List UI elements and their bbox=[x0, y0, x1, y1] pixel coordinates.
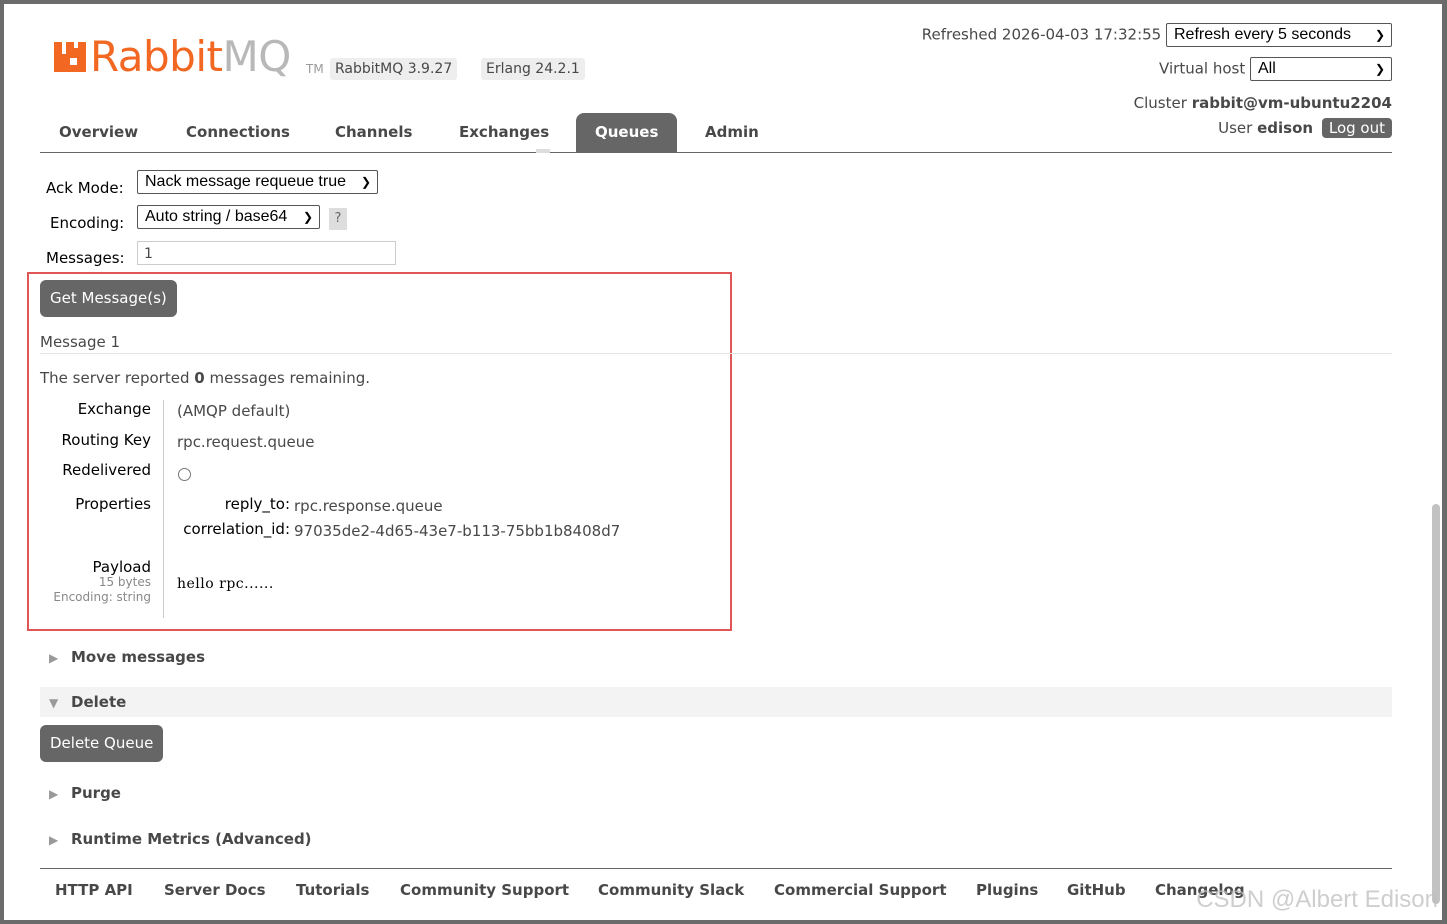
footer-link-http-api[interactable]: HTTP API bbox=[55, 881, 133, 899]
purge-section[interactable]: ▶ Purge bbox=[40, 778, 1392, 808]
rabbitmq-version-badge: RabbitMQ 3.9.27 bbox=[330, 58, 458, 80]
chevron-down-icon: ❯ bbox=[1374, 28, 1385, 42]
footer-link-commercial-support[interactable]: Commercial Support bbox=[774, 881, 947, 899]
footer-link-github[interactable]: GitHub bbox=[1067, 881, 1126, 899]
chevron-down-icon: ❯ bbox=[360, 175, 371, 189]
chevron-down-icon: ❯ bbox=[302, 210, 313, 224]
footer-link-community-support[interactable]: Community Support bbox=[400, 881, 569, 899]
refresh-interval-select[interactable]: Refresh every 5 seconds ❯ bbox=[1166, 23, 1392, 47]
vertical-scrollbar[interactable] bbox=[1432, 504, 1440, 904]
triangle-right-icon: ▶ bbox=[49, 833, 59, 847]
erlang-version-badge: Erlang 24.2.1 bbox=[481, 58, 585, 80]
tab-queues[interactable]: Queues bbox=[576, 113, 678, 152]
encoding-help-button[interactable]: ? bbox=[329, 208, 347, 230]
browser-window: RabbitMQ TM RabbitMQ 3.9.27 Erlang 24.2.… bbox=[4, 4, 1442, 920]
tab-notch bbox=[536, 149, 550, 153]
payload-value: hello rpc...... bbox=[177, 576, 274, 592]
move-messages-section[interactable]: ▶ Move messages bbox=[40, 642, 1392, 672]
triangle-right-icon: ▶ bbox=[49, 651, 59, 665]
footer: HTTP API Server Docs Tutorials Community… bbox=[40, 868, 1392, 919]
reply-to-value: rpc.response.queue bbox=[294, 497, 443, 515]
vhost-select[interactable]: All ❯ bbox=[1250, 57, 1392, 81]
footer-link-plugins[interactable]: Plugins bbox=[976, 881, 1038, 899]
correlation-id-label: correlation_id: bbox=[183, 520, 290, 538]
triangle-right-icon: ▶ bbox=[49, 787, 59, 801]
footer-link-server-docs[interactable]: Server Docs bbox=[164, 881, 266, 899]
reply-to-label: reply_to: bbox=[224, 495, 290, 513]
runtime-metrics-section[interactable]: ▶ Runtime Metrics (Advanced) bbox=[40, 824, 1392, 854]
rabbitmq-management-page: RabbitMQ TM RabbitMQ 3.9.27 Erlang 24.2.… bbox=[27, 4, 1392, 920]
triangle-down-icon: ▼ bbox=[49, 696, 59, 710]
footer-link-tutorials[interactable]: Tutorials bbox=[296, 881, 369, 899]
refreshed-timestamp: Refreshed 2026-04-03 17:32:55 bbox=[921, 25, 1162, 44]
tab-exchanges[interactable]: Exchanges bbox=[440, 113, 568, 152]
delete-queue-button[interactable]: Delete Queue bbox=[40, 725, 164, 762]
correlation-id-value: 97035de2-4d65-43e7-b113-75bb1b8408d7 bbox=[294, 522, 621, 540]
footer-link-community-slack[interactable]: Community Slack bbox=[598, 881, 744, 899]
vhost-label: Virtual host bbox=[1159, 59, 1246, 78]
vhost-row: Virtual host All ❯ bbox=[1159, 57, 1392, 81]
tab-admin[interactable]: Admin bbox=[686, 113, 778, 152]
logo-trademark: TM bbox=[306, 62, 324, 76]
chevron-down-icon: ❯ bbox=[1374, 62, 1385, 76]
refresh-row: Refreshed 2026-04-03 17:32:55 Refresh ev… bbox=[922, 23, 1392, 47]
delete-section[interactable]: ▼ Delete bbox=[40, 687, 1392, 717]
csdn-watermark: CSDN @Albert Edison bbox=[1196, 886, 1438, 913]
tab-channels[interactable]: Channels bbox=[316, 113, 431, 152]
